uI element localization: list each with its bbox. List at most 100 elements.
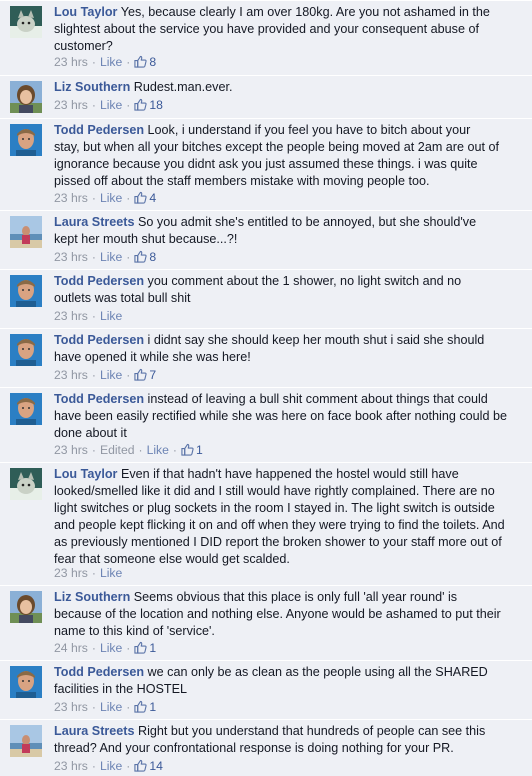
comment-item: Liz Southern Rudest.man.ever. 23 hrs · Like… xyxy=(0,75,532,119)
comment-author-link[interactable]: Lou Taylor xyxy=(54,467,117,481)
separator-dot: · xyxy=(126,98,131,112)
comment-body: Liz Southern Rudest.man.ever. xyxy=(54,79,526,96)
comment-timestamp[interactable]: 23 hrs xyxy=(54,759,88,773)
comment-author-link[interactable]: Liz Southern xyxy=(54,80,130,94)
comment-timestamp[interactable]: 24 hrs xyxy=(54,641,88,655)
avatar[interactable] xyxy=(10,393,42,425)
like-button[interactable]: Like xyxy=(100,700,122,714)
comment-item: Lou Taylor Even if that hadn't have happ… xyxy=(0,462,532,586)
comment-author-link[interactable]: Todd Pedersen xyxy=(54,392,144,406)
comment-body: Laura Streets Right but you understand t… xyxy=(54,723,526,757)
comment-body: Lou Taylor Even if that hadn't have happ… xyxy=(54,466,526,568)
comment-timestamp[interactable]: 23 hrs xyxy=(54,368,88,382)
like-button[interactable]: Like xyxy=(100,191,122,205)
separator-dot: · xyxy=(91,700,96,714)
avatar[interactable] xyxy=(10,81,42,113)
like-button[interactable]: Like xyxy=(100,566,122,580)
like-count[interactable]: 1 xyxy=(134,641,156,655)
comment-meta: 24 hrs · Like · 1 xyxy=(54,640,156,656)
comment-timestamp[interactable]: 23 hrs xyxy=(54,191,88,205)
comment-timestamp[interactable]: 23 hrs xyxy=(54,566,88,580)
like-button[interactable]: Like xyxy=(100,368,122,382)
like-button[interactable]: Like xyxy=(100,98,122,112)
separator-dot: · xyxy=(91,566,96,580)
comment-body: Liz Southern Seems obvious that this pla… xyxy=(54,589,526,640)
like-count[interactable]: 8 xyxy=(134,55,156,69)
avatar[interactable] xyxy=(10,275,42,307)
thumbs-up-icon xyxy=(134,368,147,381)
like-count[interactable]: 1 xyxy=(181,443,203,457)
comment-author-link[interactable]: Todd Pedersen xyxy=(54,333,144,347)
separator-dot: · xyxy=(126,700,131,714)
comment-timestamp[interactable]: 23 hrs xyxy=(54,98,88,112)
comment-author-link[interactable]: Lou Taylor xyxy=(54,5,117,19)
like-count-value: 1 xyxy=(149,700,157,714)
like-count[interactable]: 18 xyxy=(134,98,163,112)
separator-dot: · xyxy=(91,55,96,69)
like-count-value: 14 xyxy=(149,759,163,773)
comment-timestamp[interactable]: 23 hrs xyxy=(54,309,88,323)
comment-body: Laura Streets So you admit she's entitle… xyxy=(54,214,526,248)
like-button[interactable]: Like xyxy=(100,759,122,773)
like-button[interactable]: Like xyxy=(147,443,169,457)
like-count[interactable]: 4 xyxy=(134,191,156,205)
separator-dot: · xyxy=(126,368,131,382)
like-button[interactable]: Like xyxy=(100,250,122,264)
comment-author-link[interactable]: Liz Southern xyxy=(54,590,130,604)
comment-item: Todd Pedersen Look, i understand if you … xyxy=(0,118,532,211)
comment-timestamp[interactable]: 23 hrs xyxy=(54,250,88,264)
comment-timestamp[interactable]: 23 hrs xyxy=(54,55,88,69)
thumbs-up-icon xyxy=(134,55,147,68)
separator-dot: · xyxy=(91,641,96,655)
like-count-value: 4 xyxy=(149,191,157,205)
comment-author-link[interactable]: Todd Pedersen xyxy=(54,274,144,288)
separator-dot: · xyxy=(126,55,131,69)
like-button[interactable]: Like xyxy=(100,55,122,69)
separator-dot: · xyxy=(91,191,96,205)
comment-item: Laura Streets So you admit she's entitle… xyxy=(0,210,532,270)
separator-dot: · xyxy=(91,443,96,457)
avatar[interactable] xyxy=(10,591,42,623)
thumbs-up-icon xyxy=(134,700,147,713)
avatar[interactable] xyxy=(10,334,42,366)
like-button[interactable]: Like xyxy=(100,641,122,655)
avatar[interactable] xyxy=(10,124,42,156)
comment-author-link[interactable]: Laura Streets xyxy=(54,724,135,738)
edited-label[interactable]: Edited xyxy=(100,443,135,457)
like-button[interactable]: Like xyxy=(100,309,122,323)
comment-meta: 23 hrs · Edited · Like · 1 xyxy=(54,442,203,458)
comment-body: Todd Pedersen you comment about the 1 sh… xyxy=(54,273,526,307)
like-count-value: 1 xyxy=(195,443,203,457)
comment-meta: 23 hrs · Like · 8 xyxy=(54,249,156,265)
separator-dot: · xyxy=(126,641,131,655)
comment-author-link[interactable]: Todd Pedersen xyxy=(54,665,144,679)
avatar[interactable] xyxy=(10,468,42,500)
comment-meta: 23 hrs · Like · 18 xyxy=(54,97,163,113)
like-count-value: 8 xyxy=(149,55,157,69)
comment-item: Todd Pedersen you comment about the 1 sh… xyxy=(0,269,532,329)
like-count[interactable]: 7 xyxy=(134,368,156,382)
separator-dot: · xyxy=(91,368,96,382)
comment-author-link[interactable]: Laura Streets xyxy=(54,215,135,229)
comment-body: Todd Pedersen instead of leaving a bull … xyxy=(54,391,526,442)
comment-text: Even if that hadn't have happened the ho… xyxy=(54,467,505,566)
comment-author-link[interactable]: Todd Pedersen xyxy=(54,123,144,137)
thumbs-up-icon xyxy=(134,250,147,263)
avatar[interactable] xyxy=(10,216,42,248)
avatar[interactable] xyxy=(10,725,42,757)
like-count[interactable]: 1 xyxy=(134,700,156,714)
comment-meta: 23 hrs · Like · 14 xyxy=(54,758,163,774)
separator-dot: · xyxy=(91,250,96,264)
comment-item: Liz Southern Seems obvious that this pla… xyxy=(0,585,532,661)
avatar[interactable] xyxy=(10,666,42,698)
comment-timestamp[interactable]: 23 hrs xyxy=(54,443,88,457)
thumbs-up-icon xyxy=(134,641,147,654)
comment-body: Todd Pedersen Look, i understand if you … xyxy=(54,122,526,190)
comment-item: Todd Pedersen instead of leaving a bull … xyxy=(0,387,532,463)
separator-dot: · xyxy=(138,443,143,457)
avatar[interactable] xyxy=(10,6,42,38)
comment-text: Yes, because clearly I am over 180kg. Ar… xyxy=(54,5,490,53)
like-count[interactable]: 8 xyxy=(134,250,156,264)
like-count[interactable]: 14 xyxy=(134,759,163,773)
comment-timestamp[interactable]: 23 hrs xyxy=(54,700,88,714)
